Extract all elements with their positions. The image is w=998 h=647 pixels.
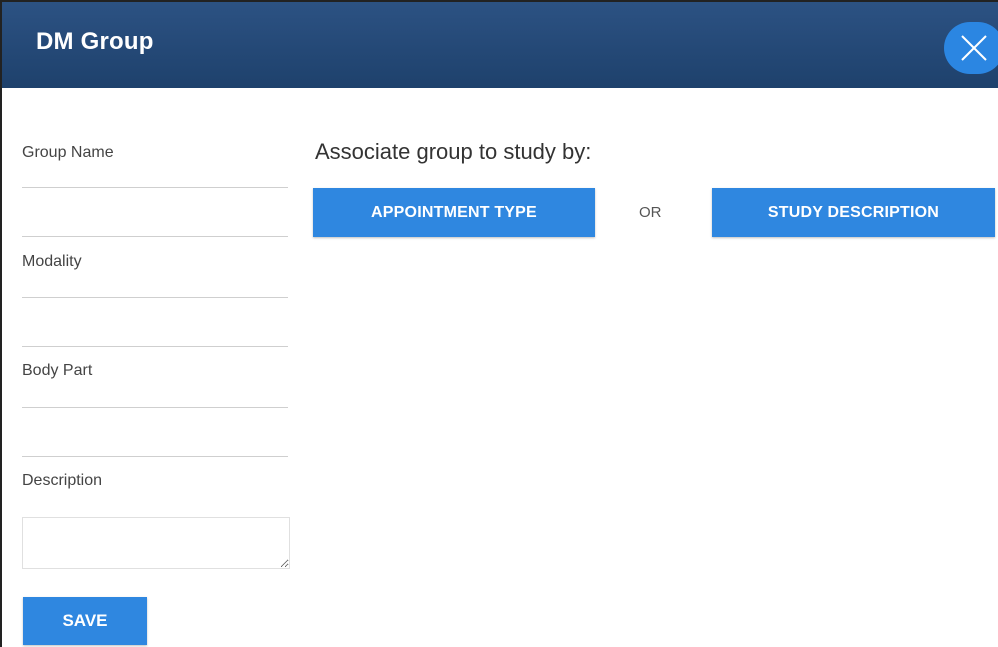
- save-button[interactable]: SAVE: [23, 597, 147, 645]
- body-part-label: Body Part: [22, 362, 93, 379]
- or-label: OR: [639, 204, 662, 221]
- modality-label: Modality: [22, 253, 82, 270]
- description-label: Description: [22, 472, 103, 489]
- group-name-input[interactable]: [22, 190, 288, 237]
- dialog-title: DM Group: [36, 28, 154, 55]
- associate-title: Associate group to study by:: [315, 139, 592, 164]
- close-icon: [961, 35, 987, 61]
- dialog-header: DM Group: [2, 2, 998, 88]
- dm-group-dialog: DM Group Group Name Modality Body Part D…: [0, 0, 998, 647]
- description-input[interactable]: [22, 517, 290, 569]
- modality-input[interactable]: [22, 300, 288, 347]
- group-name-label: Group Name: [22, 144, 114, 161]
- appointment-type-button[interactable]: APPOINTMENT TYPE: [313, 188, 595, 237]
- close-button[interactable]: [944, 22, 998, 74]
- body-part-divider: [22, 407, 288, 408]
- modality-divider: [22, 297, 288, 298]
- group-name-divider: [22, 187, 288, 188]
- body-part-input[interactable]: [22, 410, 288, 457]
- study-description-button[interactable]: STUDY DESCRIPTION: [712, 188, 995, 237]
